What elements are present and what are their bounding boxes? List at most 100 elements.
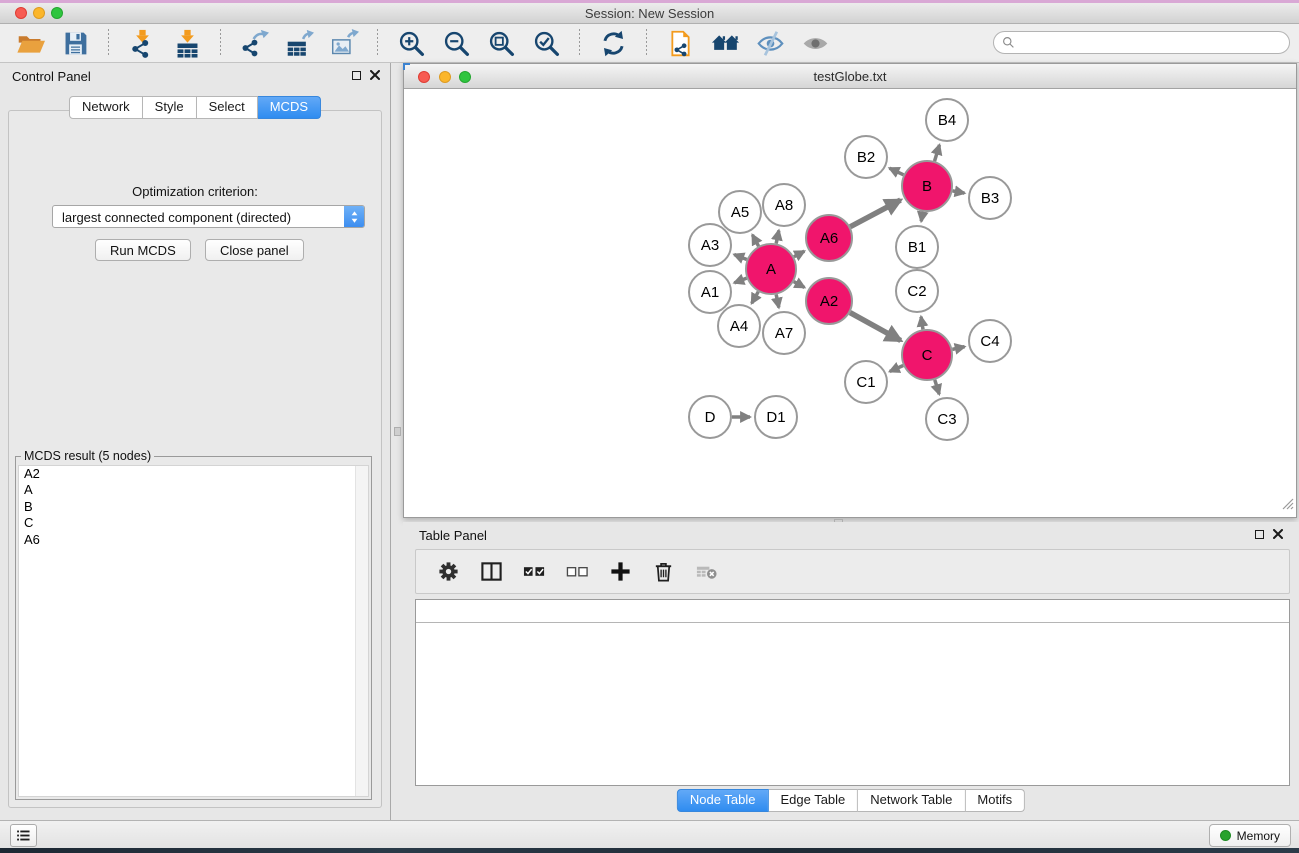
edge-A6-B[interactable] bbox=[850, 200, 900, 227]
home-button[interactable] bbox=[707, 26, 743, 60]
mcds-result-item[interactable]: B bbox=[19, 499, 368, 515]
edge-A-A1[interactable] bbox=[734, 278, 746, 283]
show-columns-icon bbox=[480, 560, 503, 583]
tab-motifs[interactable]: Motifs bbox=[965, 789, 1025, 812]
task-history-button[interactable] bbox=[10, 824, 37, 847]
hide-graphics-details-button[interactable] bbox=[752, 26, 788, 60]
edge-A-A7[interactable] bbox=[776, 294, 779, 307]
node-A7[interactable]: A7 bbox=[763, 312, 805, 354]
table-float-panel-icon[interactable] bbox=[1255, 530, 1264, 539]
float-panel-icon[interactable] bbox=[352, 71, 361, 80]
edge-B-B1[interactable] bbox=[921, 212, 923, 222]
edge-A-A4[interactable] bbox=[752, 292, 759, 304]
mcds-result-item[interactable]: C bbox=[19, 515, 368, 531]
edge-B-B3[interactable] bbox=[953, 191, 965, 193]
search-box[interactable] bbox=[993, 31, 1290, 54]
node-B3[interactable]: B3 bbox=[969, 177, 1011, 219]
edge-A-A8[interactable] bbox=[776, 230, 779, 243]
edge-A-A3[interactable] bbox=[734, 255, 747, 260]
svg-text:A5: A5 bbox=[731, 204, 749, 221]
edge-A2-C[interactable] bbox=[850, 313, 901, 341]
table-toolbar bbox=[415, 549, 1290, 594]
tab-node-table[interactable]: Node Table bbox=[677, 789, 769, 812]
import-network-icon bbox=[128, 29, 157, 58]
show-network-file-button[interactable] bbox=[662, 26, 698, 60]
tab-mcds[interactable]: MCDS bbox=[258, 96, 321, 119]
zoom-selected-button[interactable] bbox=[528, 26, 564, 60]
node-A[interactable]: A bbox=[746, 244, 796, 294]
table-close-panel-icon[interactable] bbox=[1273, 529, 1283, 539]
edge-B-B2[interactable] bbox=[889, 168, 903, 175]
deselect-all-button[interactable] bbox=[563, 557, 591, 587]
close-panel-button[interactable]: Close panel bbox=[205, 239, 304, 261]
mcds-result-item[interactable]: A6 bbox=[19, 532, 368, 548]
edge-C-C4[interactable] bbox=[952, 347, 964, 350]
node-A5[interactable]: A5 bbox=[719, 191, 761, 233]
tab-network-table[interactable]: Network Table bbox=[858, 789, 965, 812]
node-A3[interactable]: A3 bbox=[689, 224, 731, 266]
node-A1[interactable]: A1 bbox=[689, 271, 731, 313]
edge-C-C1[interactable] bbox=[890, 366, 903, 372]
mcds-result-item[interactable]: A bbox=[19, 482, 368, 498]
run-mcds-button[interactable]: Run MCDS bbox=[95, 239, 191, 261]
tab-select[interactable]: Select bbox=[197, 96, 258, 119]
node-D1[interactable]: D1 bbox=[755, 396, 797, 438]
mcds-result-list[interactable]: A2ABCA6 bbox=[18, 465, 369, 797]
node-A4[interactable]: A4 bbox=[718, 305, 760, 347]
node-A2[interactable]: A2 bbox=[806, 278, 852, 324]
node-A8[interactable]: A8 bbox=[763, 184, 805, 226]
edge-A-A5[interactable] bbox=[752, 235, 758, 246]
open-file-button[interactable] bbox=[12, 26, 48, 60]
edge-C-C3[interactable] bbox=[935, 380, 939, 394]
network-window-titlebar[interactable]: testGlobe.txt bbox=[404, 64, 1296, 89]
delete-table-icon bbox=[695, 560, 718, 583]
select-all-button[interactable] bbox=[520, 557, 548, 587]
mcds-result-item[interactable]: A2 bbox=[19, 466, 368, 482]
delete-rows-button[interactable] bbox=[649, 557, 677, 587]
split-divider-handle-vertical[interactable] bbox=[394, 427, 401, 436]
zoom-fit-content-button[interactable] bbox=[483, 26, 519, 60]
node-D[interactable]: D bbox=[689, 396, 731, 438]
node-B4[interactable]: B4 bbox=[926, 99, 968, 141]
memory-button[interactable]: Memory bbox=[1209, 824, 1291, 847]
edge-A-A2[interactable] bbox=[794, 282, 805, 288]
table-panel-title: Table Panel bbox=[419, 528, 487, 543]
node-B[interactable]: B bbox=[902, 161, 952, 211]
save-session-button[interactable] bbox=[57, 26, 93, 60]
node-C1[interactable]: C1 bbox=[845, 361, 887, 403]
svg-text:A3: A3 bbox=[701, 237, 719, 254]
zoom-out-button[interactable] bbox=[438, 26, 474, 60]
close-panel-icon[interactable] bbox=[370, 70, 380, 80]
tab-edge-table[interactable]: Edge Table bbox=[768, 789, 858, 812]
node-B1[interactable]: B1 bbox=[896, 226, 938, 268]
network-canvas[interactable]: B4 B2 B B3 B1 A5 A8A6 A3 A A1 C2 A4A7A2 C4 C C1 C3 D D1 bbox=[404, 89, 1296, 517]
apply-preferred-layout-button[interactable] bbox=[595, 26, 631, 60]
table-settings-button[interactable] bbox=[434, 557, 462, 587]
edge-C-C2[interactable] bbox=[921, 317, 923, 330]
add-row-button[interactable] bbox=[606, 557, 634, 587]
delete-table-button bbox=[692, 557, 720, 587]
edge-B-B4[interactable] bbox=[935, 145, 940, 161]
tab-style[interactable]: Style bbox=[143, 96, 197, 119]
optimization-criterion-select[interactable]: largest connected component (directed) bbox=[52, 205, 365, 228]
tab-network[interactable]: Network bbox=[69, 96, 143, 119]
node-C4[interactable]: C4 bbox=[969, 320, 1011, 362]
import-network-button[interactable] bbox=[124, 26, 160, 60]
import-table-button[interactable] bbox=[169, 26, 205, 60]
node-B2[interactable]: B2 bbox=[845, 136, 887, 178]
zoom-in-button[interactable] bbox=[393, 26, 429, 60]
export-network-button[interactable] bbox=[236, 26, 272, 60]
open-file-icon bbox=[16, 29, 45, 58]
show-columns-button[interactable] bbox=[477, 557, 505, 587]
edge-A-A6[interactable] bbox=[794, 251, 804, 257]
node-C3[interactable]: C3 bbox=[926, 398, 968, 440]
search-input[interactable] bbox=[1019, 35, 1289, 51]
node-C[interactable]: C bbox=[902, 330, 952, 380]
node-C2[interactable]: C2 bbox=[896, 270, 938, 312]
node-A6[interactable]: A6 bbox=[806, 215, 852, 261]
window-resize-grip[interactable] bbox=[1280, 496, 1294, 515]
network-window-title: testGlobe.txt bbox=[404, 69, 1296, 84]
export-table-button[interactable] bbox=[281, 26, 317, 60]
result-list-scrollbar[interactable] bbox=[355, 466, 368, 796]
export-image-button[interactable] bbox=[326, 26, 362, 60]
